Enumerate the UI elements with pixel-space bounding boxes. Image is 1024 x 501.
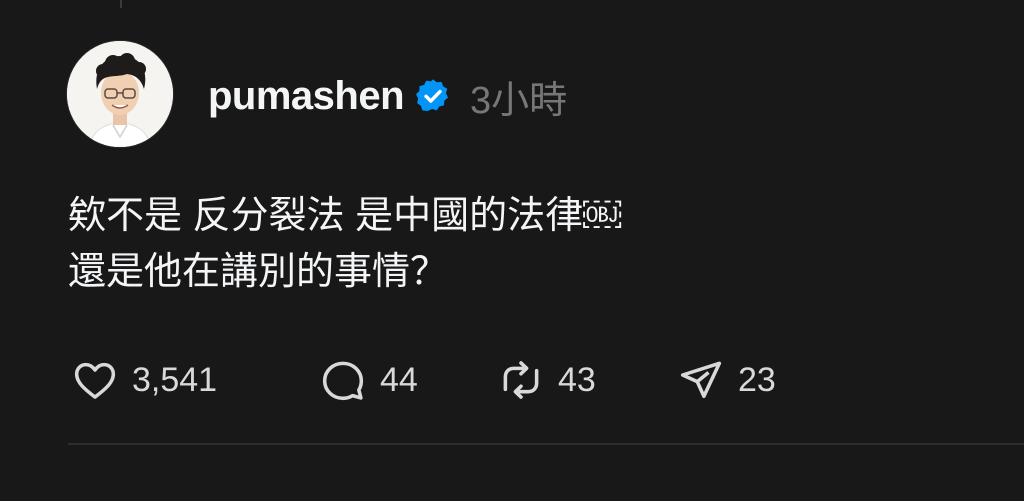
send-icon [676, 355, 726, 405]
post-header: pumashen 3小時 [208, 70, 567, 122]
repost-button[interactable]: 43 [496, 354, 596, 406]
share-button[interactable]: 23 [676, 354, 776, 406]
heart-icon [70, 355, 120, 405]
action-bar: 3,541 44 43 23 [70, 354, 830, 406]
repost-icon [496, 355, 546, 405]
comment-icon [318, 355, 368, 405]
like-button[interactable]: 3,541 [70, 354, 217, 406]
repost-count: 43 [558, 360, 596, 399]
post-text-line: 還是他在講別的事情？ [68, 251, 449, 293]
avatar[interactable] [67, 41, 173, 147]
reply-count: 44 [380, 360, 418, 399]
thread-connector [120, 0, 122, 8]
post-text: 欸不是 反分裂法 是中國的法律￼ 還是他在講別的事情？ [68, 188, 621, 300]
verified-badge-icon [414, 77, 452, 115]
like-count: 3,541 [132, 360, 218, 399]
avatar-image [67, 41, 173, 147]
post-text-line: 欸不是 反分裂法 是中國的法律￼ [68, 195, 622, 237]
share-count: 23 [738, 360, 776, 399]
post-timestamp[interactable]: 3小時 [470, 69, 567, 124]
reply-button[interactable]: 44 [318, 354, 418, 406]
username[interactable]: pumashen [208, 74, 405, 119]
divider [68, 443, 1024, 445]
